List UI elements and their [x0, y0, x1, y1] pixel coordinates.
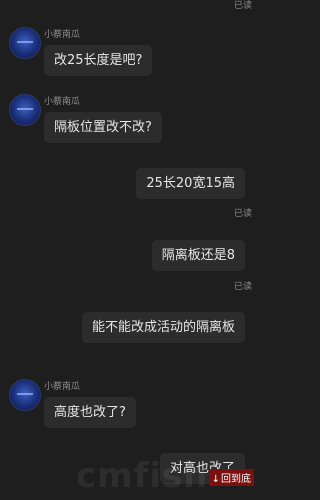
arrow-down-icon: ↓ — [211, 474, 220, 485]
watermark: cmfish — [76, 456, 209, 496]
message-bubble-outgoing[interactable]: 能不能改成活动的隔离板 — [81, 312, 245, 343]
avatar[interactable] — [9, 27, 41, 59]
chat-screen: 已读 小蔡南瓜 改25长度是吧? 小蔡南瓜 隔板位置改不改? 25长20宽15高… — [0, 0, 254, 500]
read-status: 已读 — [233, 209, 252, 219]
avatar[interactable] — [9, 94, 41, 126]
sender-name: 小蔡南瓜 — [44, 30, 81, 40]
message-bubble-incoming[interactable]: 隔板位置改不改? — [44, 112, 162, 143]
scroll-to-bottom-button[interactable]: ↓回到底 — [208, 469, 254, 486]
read-status: 已读 — [233, 1, 252, 11]
scroll-to-bottom-label: 回到底 — [221, 474, 251, 485]
message-bubble-incoming[interactable]: 改25长度是吧? — [44, 45, 153, 76]
read-status: 已读 — [233, 282, 252, 292]
message-bubble-outgoing[interactable]: 25长20宽15高 — [136, 168, 245, 199]
message-bubble-outgoing[interactable]: 隔离板还是8 — [151, 240, 245, 271]
avatar[interactable] — [9, 379, 41, 411]
message-bubble-incoming[interactable]: 高度也改了? — [44, 397, 136, 428]
sender-name: 小蔡南瓜 — [44, 382, 81, 392]
sender-name: 小蔡南瓜 — [44, 97, 81, 107]
